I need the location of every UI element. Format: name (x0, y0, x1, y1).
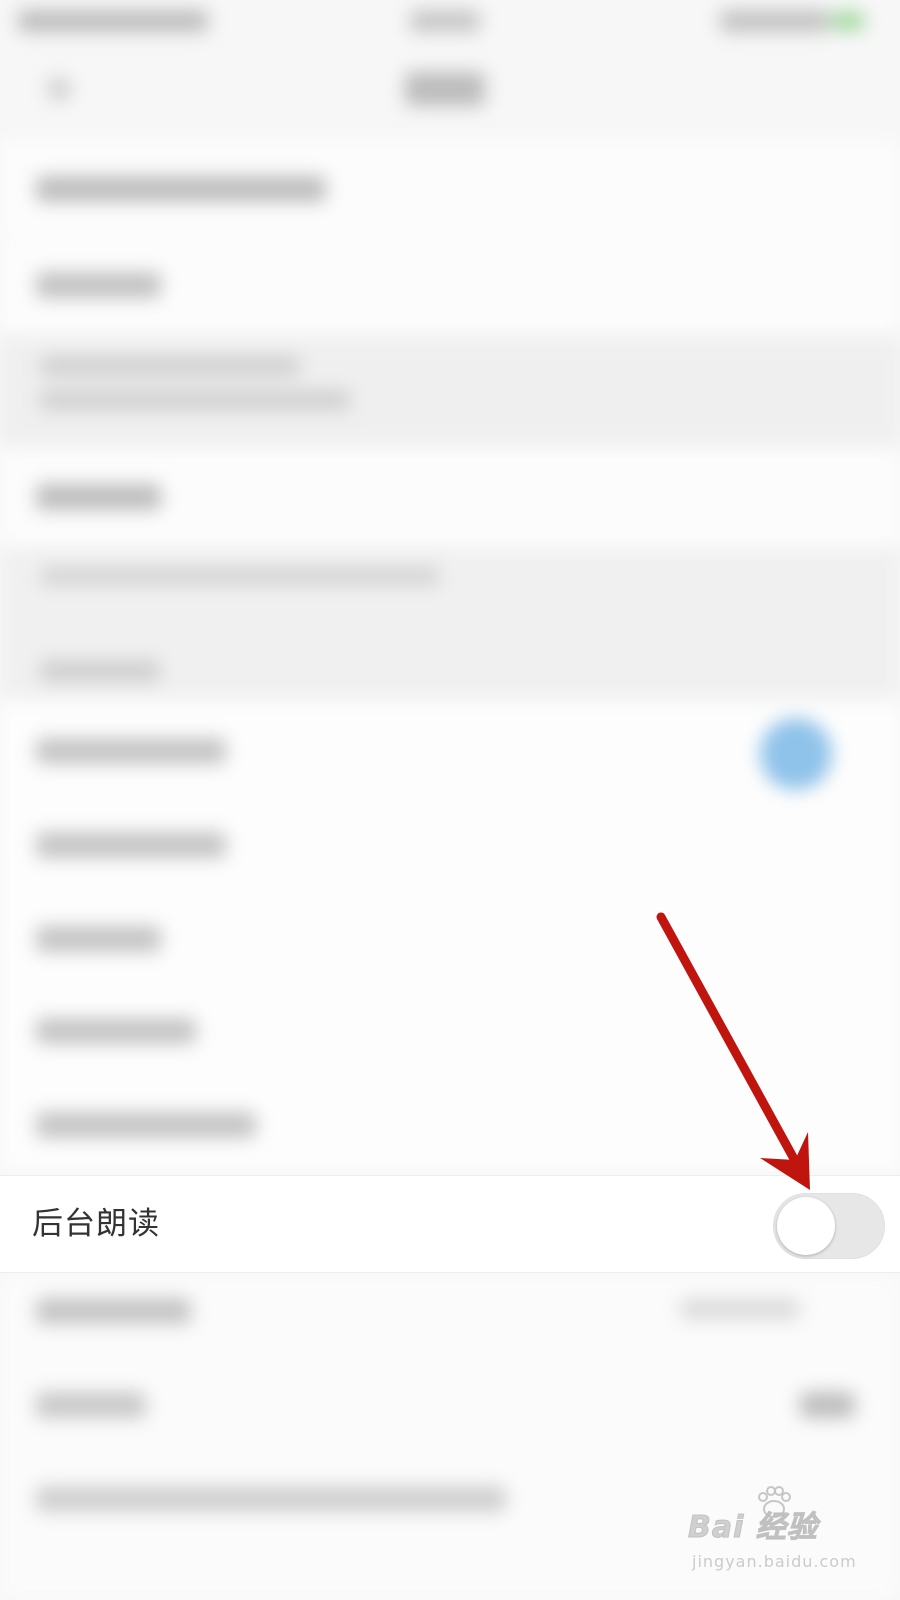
settings-row-label (36, 1392, 146, 1418)
settings-note-line (40, 566, 440, 586)
background-reading-toggle[interactable] (773, 1193, 885, 1259)
status-bar-time (410, 10, 480, 32)
battery-icon (832, 12, 864, 30)
settings-row-value (680, 1298, 800, 1320)
settings-row-label (36, 738, 226, 764)
blurred-toggle-on (760, 718, 832, 790)
settings-note-line (40, 356, 300, 376)
nav-title (405, 72, 485, 106)
settings-row-label (36, 1018, 196, 1044)
settings-row-label (36, 484, 161, 510)
settings-row-label (36, 176, 326, 202)
toggle-knob (777, 1197, 835, 1255)
back-icon (48, 78, 70, 100)
settings-screen: 后台朗读 Bai 经验 jingyan.baidu.com (0, 0, 900, 1600)
settings-row-label (36, 272, 161, 298)
watermark-brand: Bai 经验 (688, 1510, 818, 1546)
watermark-url: jingyan.baidu.com (692, 1552, 857, 1571)
background-reading-row[interactable]: 后台朗读 (0, 1175, 900, 1273)
settings-row-label (36, 1112, 256, 1138)
settings-row-label (36, 1298, 191, 1324)
background-reading-label: 后台朗读 (32, 1206, 160, 1242)
settings-note-line (40, 390, 350, 410)
baidu-jingyan-watermark: Bai 经验 jingyan.baidu.com (688, 1486, 878, 1582)
settings-row-value (800, 1392, 855, 1418)
section-header (40, 660, 160, 682)
blurred-settings-list (0, 0, 900, 1600)
status-bar-right (720, 10, 830, 32)
settings-row-label (36, 926, 161, 952)
settings-row-label (36, 1486, 506, 1512)
status-bar-left (18, 10, 208, 32)
settings-row-label (36, 832, 226, 858)
